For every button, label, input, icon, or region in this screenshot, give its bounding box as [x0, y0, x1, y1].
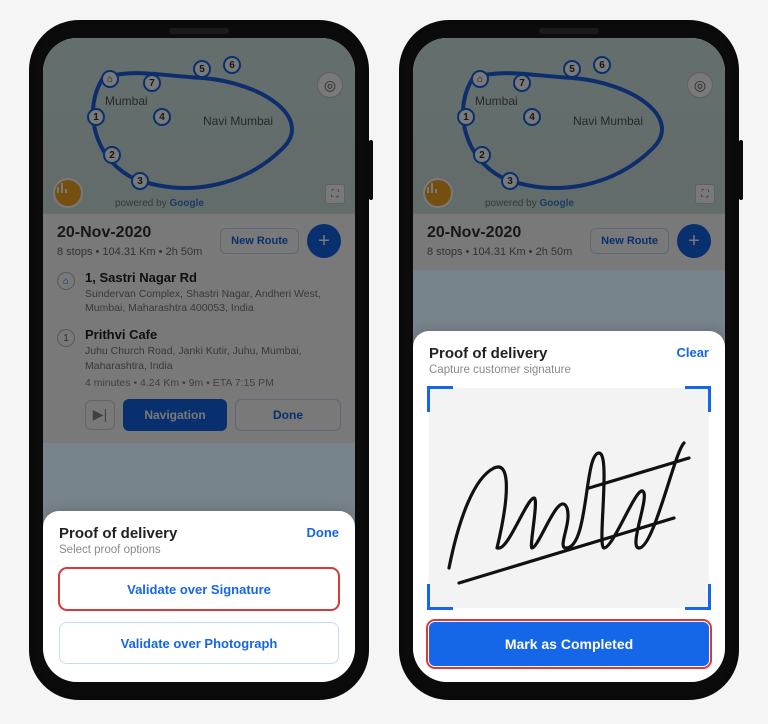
- sheet-done-button[interactable]: Done: [307, 525, 340, 540]
- proof-sheet: Proof of delivery Select proof options D…: [43, 511, 355, 682]
- phone-speaker: [539, 28, 599, 34]
- signature-pad[interactable]: [429, 388, 709, 608]
- phone-speaker: [169, 28, 229, 34]
- clear-button[interactable]: Clear: [676, 345, 709, 360]
- screen-left: ⌂ 5 6 7 1 2 3 4 Mumbai Navi Mumbai ◎ ⛶: [43, 38, 355, 682]
- mark-completed-button[interactable]: Mark as Completed: [429, 622, 709, 666]
- signature-stroke: [439, 398, 699, 598]
- sheet-title: Proof of delivery: [429, 345, 571, 362]
- sheet-subtitle: Select proof options: [59, 544, 177, 556]
- validate-signature-button[interactable]: Validate over Signature: [59, 568, 339, 610]
- validate-photograph-button[interactable]: Validate over Photograph: [59, 622, 339, 664]
- signature-sheet: Proof of delivery Capture customer signa…: [413, 331, 725, 682]
- screen-right: ⌂ 5 6 7 1 2 3 4 Mumbai Navi Mumbai ◎ ⛶: [413, 38, 725, 682]
- sheet-title: Proof of delivery: [59, 525, 177, 542]
- sheet-subtitle: Capture customer signature: [429, 364, 571, 376]
- phone-right: ⌂ 5 6 7 1 2 3 4 Mumbai Navi Mumbai ◎ ⛶: [399, 20, 739, 700]
- phone-left: ⌂ 5 6 7 1 2 3 4 Mumbai Navi Mumbai ◎ ⛶: [29, 20, 369, 700]
